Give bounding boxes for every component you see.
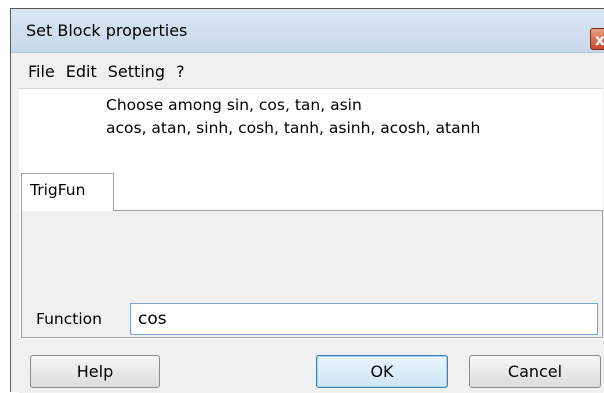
tab-strip: TrigFun (21, 173, 603, 211)
menu-setting[interactable]: Setting (108, 62, 165, 81)
menu-edit[interactable]: Edit (66, 62, 97, 81)
function-input[interactable] (130, 303, 598, 335)
ok-button[interactable]: OK (316, 355, 448, 388)
window-title: Set Block properties (26, 21, 188, 40)
close-icon: x (595, 31, 604, 49)
tab-trigfun[interactable]: TrigFun (21, 173, 114, 211)
button-bar: Help OK Cancel (19, 339, 603, 393)
menu-help[interactable]: ? (176, 62, 185, 81)
function-label: Function (36, 310, 102, 328)
close-button[interactable]: x (590, 28, 604, 50)
menu-file[interactable]: File (28, 62, 55, 81)
description-line-1: Choose among sin, cos, tan, asin (106, 96, 362, 114)
title-bar[interactable]: Set Block properties x (11, 9, 604, 53)
dialog-client-area: File Edit Setting ? Choose among sin, co… (19, 55, 603, 393)
block-description: Choose among sin, cos, tan, asin acos, a… (106, 94, 480, 140)
cancel-button[interactable]: Cancel (469, 355, 601, 388)
menu-bar: File Edit Setting ? (19, 55, 603, 89)
description-line-2: acos, atan, sinh, cosh, tanh, asinh, aco… (106, 119, 481, 137)
dialog-window: Set Block properties x File Edit Setting… (10, 8, 604, 393)
help-button[interactable]: Help (30, 355, 160, 388)
